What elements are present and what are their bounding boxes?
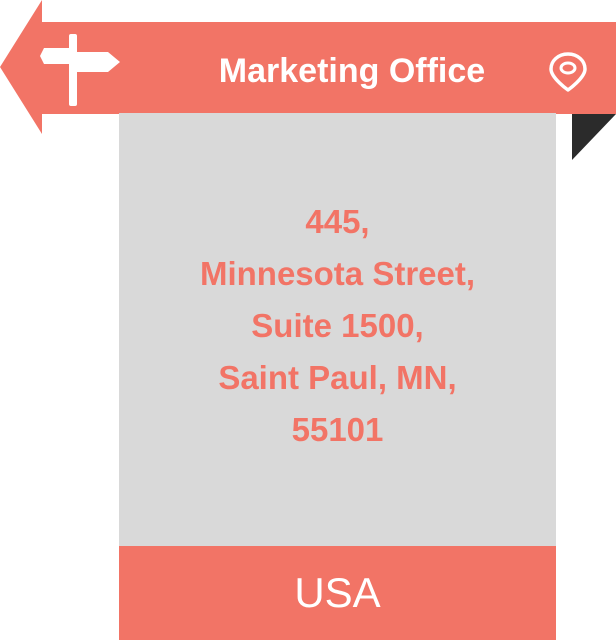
location-pin-icon bbox=[549, 52, 587, 92]
address-line-number: 445, bbox=[305, 203, 370, 240]
address-card: 445, Minnesota Street, Suite 1500, Saint… bbox=[119, 113, 556, 548]
address-line-city: Saint Paul, MN, bbox=[218, 359, 457, 396]
banner-title: Marketing Office bbox=[218, 52, 486, 90]
signpost-icon bbox=[40, 34, 120, 106]
country-bar: USA bbox=[119, 546, 556, 640]
address-line-street: Minnesota Street, bbox=[199, 255, 476, 292]
country-label: USA bbox=[294, 569, 381, 616]
fold-corner bbox=[572, 114, 616, 160]
address-text: 445, Minnesota Street, Suite 1500, Saint… bbox=[119, 196, 556, 456]
address-line-zip: 55101 bbox=[291, 411, 384, 448]
address-line-suite: Suite 1500, bbox=[251, 307, 424, 344]
